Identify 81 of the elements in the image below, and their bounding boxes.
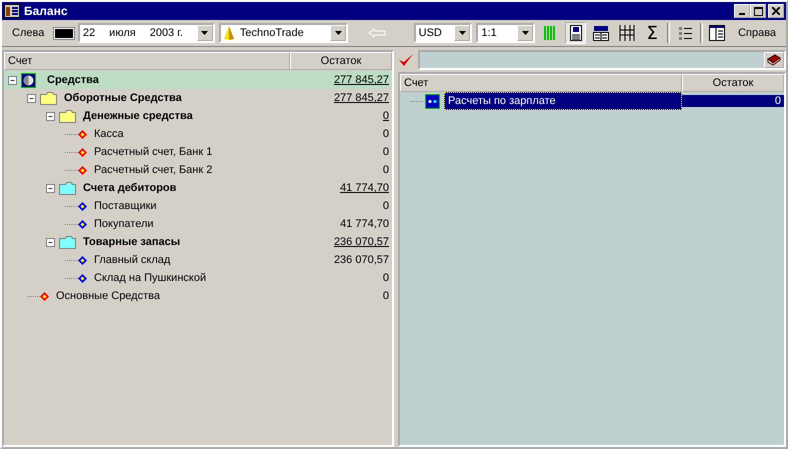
close-icon — [772, 7, 780, 15]
tree-row[interactable]: Главный склад 236 070,57 — [4, 251, 392, 269]
panel-icon — [709, 25, 726, 41]
close-button[interactable] — [768, 4, 784, 18]
balance-value: 0 — [382, 128, 390, 140]
globe-icon — [21, 72, 36, 88]
collapse-icon[interactable] — [46, 112, 55, 120]
balance-value: 277 845,27 — [334, 74, 390, 86]
account-name: Денежные средства — [83, 110, 193, 122]
sum-button[interactable]: Σ — [641, 22, 663, 44]
filter-field[interactable] — [418, 50, 786, 70]
collapse-icon[interactable] — [27, 94, 36, 102]
bars-icon — [544, 26, 556, 40]
tree-row[interactable]: Оборотные Средства 277 845,27 — [4, 89, 392, 107]
collapse-icon[interactable] — [8, 76, 17, 84]
account-name: Склад на Пушкинской — [94, 272, 206, 284]
tree-row[interactable]: Основные Средства 0 — [4, 287, 392, 305]
tree-row[interactable]: Поставщики 0 — [4, 197, 392, 215]
document-icon — [570, 25, 582, 41]
column-header[interactable]: Остаток — [682, 74, 784, 92]
scale-select[interactable]: 1:1 — [476, 23, 536, 43]
collapse-icon[interactable] — [46, 184, 55, 192]
balance-value: 41 774,70 — [340, 182, 390, 194]
window-title: Баланс — [24, 4, 69, 18]
list-icon — [678, 26, 692, 40]
balance-value: 236 070,57 — [334, 254, 390, 266]
checkmark-icon[interactable] — [398, 53, 414, 67]
balance-value: 0 — [382, 164, 390, 176]
tree-row[interactable]: Счета дебиторов 41 774,70 — [4, 179, 392, 197]
account-name: Оборотные Средства — [64, 92, 182, 104]
maximize-button[interactable] — [750, 4, 766, 18]
tree-row[interactable]: Товарные запасы 236 070,57 — [4, 233, 392, 251]
collapse-icon[interactable] — [46, 238, 55, 246]
left-label: Слева — [11, 27, 46, 39]
layout-button[interactable] — [564, 22, 586, 44]
account-name: Средства — [47, 74, 99, 86]
column-header[interactable]: Счет — [400, 74, 682, 92]
table-row[interactable]: Расчеты по зарплате — [444, 92, 682, 110]
pyramid-icon — [224, 26, 234, 40]
right-label: Справа — [737, 27, 778, 39]
maximize-icon — [754, 6, 762, 16]
account-name: Счета дебиторов — [83, 182, 176, 194]
balance-value: 41 774,70 — [340, 218, 390, 230]
balance-value: 0 — [382, 290, 390, 302]
account-name: Поставщики — [94, 200, 157, 212]
account-name: Главный склад — [94, 254, 170, 266]
account-name: Покупатели — [94, 218, 154, 230]
column-header[interactable]: Остаток — [290, 52, 392, 70]
balance-value: 0 — [382, 272, 390, 284]
balance-value: 0 — [382, 200, 390, 212]
tree-row[interactable]: Денежные средства 0 — [4, 107, 392, 125]
column-header[interactable]: Счет — [4, 52, 290, 70]
dropdown-arrow-icon — [334, 31, 342, 35]
balance-value: 0 — [682, 95, 784, 107]
tree-row[interactable]: Касса 0 — [4, 125, 392, 143]
date-picker[interactable]: 22 июля 2003 г. — [78, 23, 215, 43]
account-name: Расчетный счет, Банк 1 — [94, 146, 212, 158]
balance-value: 236 070,57 — [334, 236, 390, 248]
minimize-button[interactable] — [734, 4, 750, 18]
account-name: Касса — [94, 128, 124, 140]
tree-row[interactable]: Расчетный счет, Банк 1 0 — [4, 143, 392, 161]
account-name: Товарные запасы — [83, 236, 180, 248]
ledger-icon — [593, 25, 610, 41]
tree-row[interactable]: Склад на Пушкинской 0 — [4, 269, 392, 287]
dropdown-arrow-icon — [522, 31, 529, 35]
dropdown-arrow-icon — [458, 31, 466, 35]
account-icon — [425, 94, 440, 108]
book-button[interactable] — [764, 52, 784, 68]
account-name: Расчетный счет, Банк 2 — [94, 164, 212, 176]
balance-value: 277 845,27 — [334, 92, 390, 104]
tree-row[interactable]: Расчетный счет, Банк 2 0 — [4, 161, 392, 179]
company-select[interactable]: TechnoTrade — [218, 23, 348, 43]
account-name: Основные Средства — [56, 290, 160, 302]
color-swatch[interactable] — [54, 28, 74, 38]
currency-select[interactable]: USD — [414, 23, 472, 43]
balance-value: 0 — [382, 146, 390, 158]
dropdown-arrow-icon — [201, 31, 208, 35]
columns-icon — [618, 25, 635, 41]
balance-value: 0 — [382, 110, 390, 122]
tree-row[interactable]: Средства 277 845,27 — [4, 71, 392, 89]
tree-row[interactable]: Покупатели 41 774,70 — [4, 215, 392, 233]
